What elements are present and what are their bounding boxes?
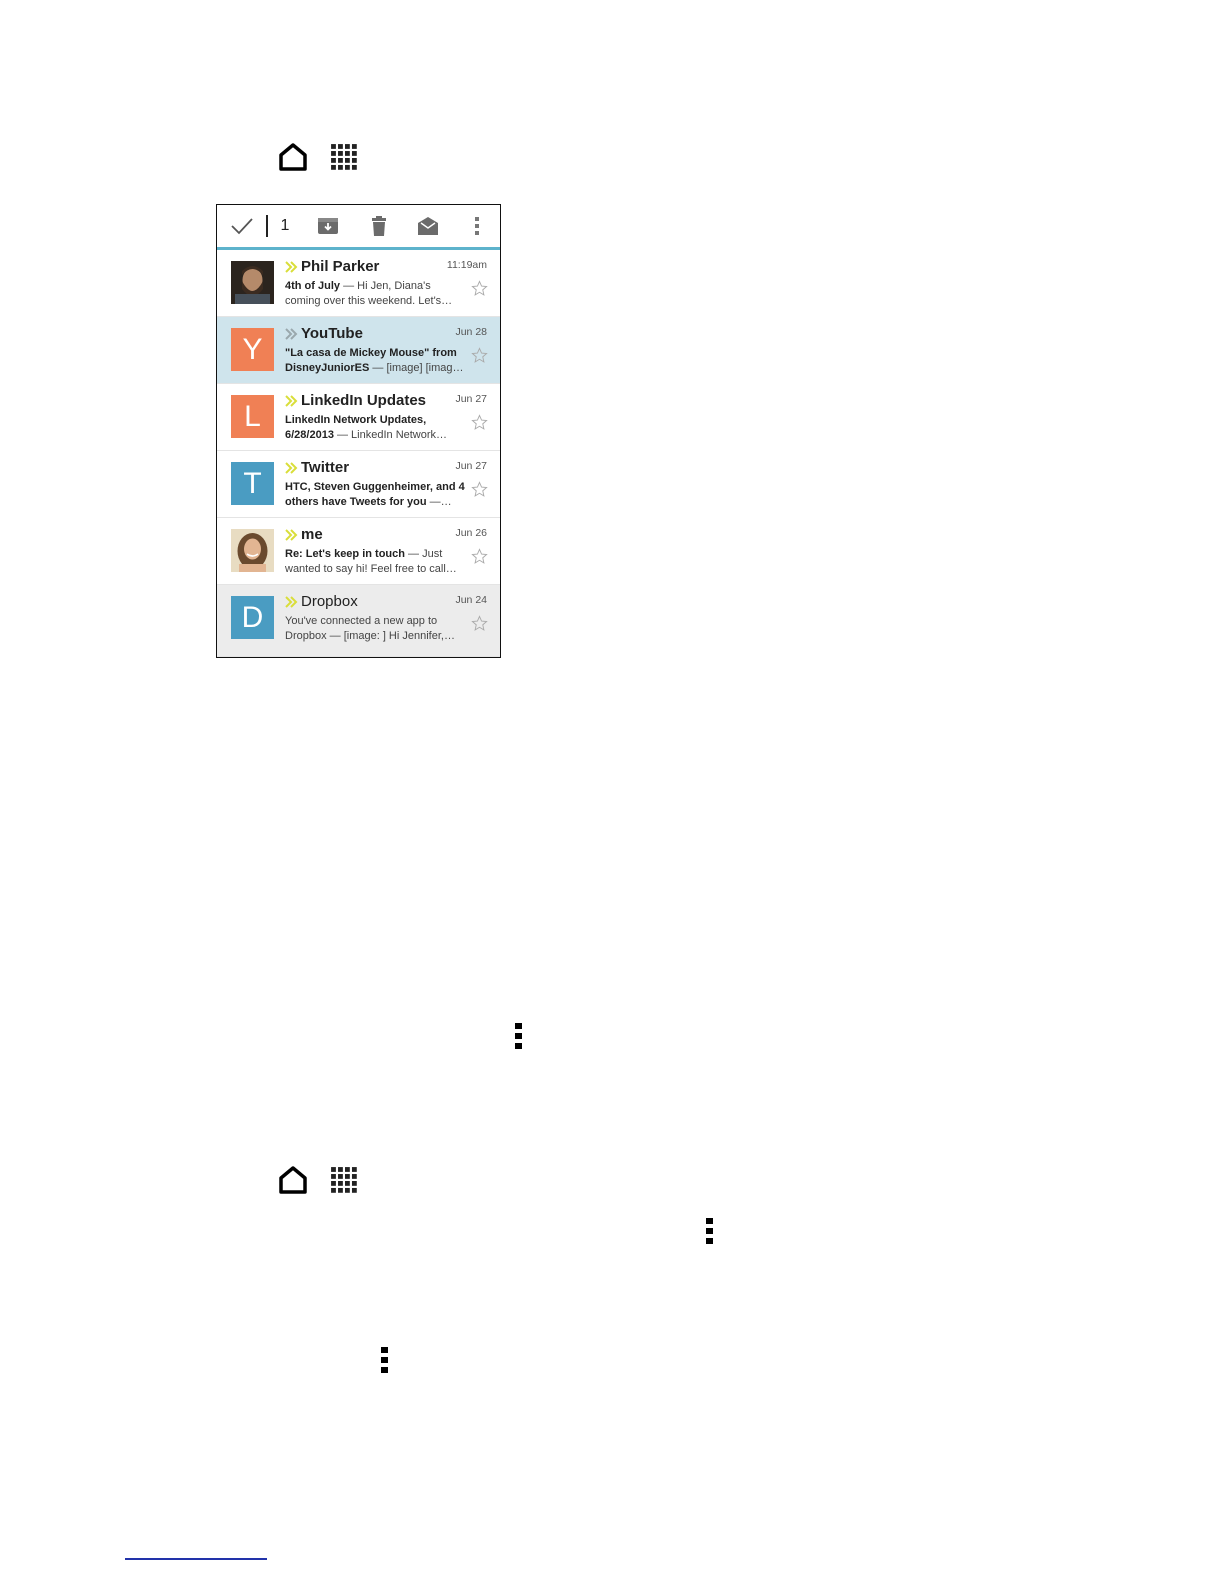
priority-chevron-icon bbox=[285, 394, 298, 407]
priority-chevron-icon bbox=[285, 461, 298, 474]
avatar-letter: Y bbox=[231, 328, 274, 371]
email-date: Jun 28 bbox=[455, 326, 487, 338]
email-sender: YouTube bbox=[301, 325, 363, 342]
email-row-me[interactable]: me Jun 26 Re: Let's keep in touch — Just… bbox=[217, 518, 500, 585]
email-preview: 4th of July — Hi Jen, Diana's coming ove… bbox=[285, 280, 453, 307]
priority-chevron-icon bbox=[285, 260, 298, 273]
email-date: 11:19am bbox=[446, 259, 487, 271]
email-row-linkedin[interactable]: L LinkedIn Updates Jun 27 LinkedIn Netwo… bbox=[217, 384, 500, 451]
email-sender: me bbox=[301, 526, 323, 543]
email-sender: LinkedIn Updates bbox=[301, 392, 427, 409]
email-sender: Twitter bbox=[301, 459, 350, 476]
more-vertical-icon bbox=[706, 1218, 714, 1249]
email-preview: Re: Let's keep in touch — Just wanted to… bbox=[285, 548, 457, 575]
mail-app-screenshot: 1 Phil Parker 11:19am 4th of July — Hi J… bbox=[216, 204, 501, 658]
star-icon[interactable] bbox=[471, 481, 488, 498]
avatar-letter: L bbox=[231, 395, 274, 438]
email-date: Jun 24 bbox=[455, 594, 487, 606]
home-icon bbox=[278, 142, 308, 177]
email-date: Jun 27 bbox=[455, 460, 487, 472]
avatar-photo bbox=[231, 529, 274, 572]
email-preview: "La casa de Mickey Mouse" from DisneyJun… bbox=[285, 347, 464, 374]
priority-chevron-icon bbox=[285, 595, 298, 608]
email-row-phil-parker[interactable]: Phil Parker 11:19am 4th of July — Hi Jen… bbox=[217, 250, 500, 317]
email-row-dropbox[interactable]: D Dropbox Jun 24 You've connected a new … bbox=[217, 585, 500, 657]
star-icon[interactable] bbox=[471, 615, 488, 632]
overflow-menu-icon[interactable] bbox=[469, 213, 485, 239]
email-row-twitter[interactable]: T Twitter Jun 27 HTC, Steven Guggenheime… bbox=[217, 451, 500, 518]
email-preview: LinkedIn Network Updates, 6/28/2013 — Li… bbox=[285, 414, 448, 441]
avatar-photo bbox=[231, 261, 274, 304]
priority-chevron-icon bbox=[285, 327, 298, 340]
footnote-rule bbox=[125, 1558, 267, 1560]
star-icon[interactable] bbox=[471, 548, 488, 565]
email-row-youtube[interactable]: Y YouTube Jun 28 "La casa de Mickey Mous… bbox=[217, 317, 500, 384]
email-preview: You've connected a new app to Dropbox — … bbox=[285, 615, 455, 642]
priority-chevron-icon bbox=[285, 528, 298, 541]
email-sender: Phil Parker bbox=[301, 258, 380, 275]
email-date: Jun 26 bbox=[455, 527, 487, 539]
trash-icon[interactable] bbox=[366, 213, 392, 239]
apps-grid-icon bbox=[330, 1166, 360, 1201]
archive-icon[interactable] bbox=[315, 213, 341, 239]
selection-toolbar: 1 bbox=[217, 205, 500, 250]
avatar-letter: D bbox=[231, 596, 274, 639]
star-icon[interactable] bbox=[471, 414, 488, 431]
star-icon[interactable] bbox=[471, 347, 488, 364]
star-icon[interactable] bbox=[471, 280, 488, 297]
toolbar-divider bbox=[266, 215, 268, 237]
email-date: Jun 27 bbox=[455, 393, 487, 405]
apps-grid-icon bbox=[330, 143, 360, 178]
selected-count: 1 bbox=[280, 217, 290, 234]
home-icon bbox=[278, 1165, 308, 1200]
email-preview: HTC, Steven Guggenheimer, and 4 others h… bbox=[285, 481, 465, 508]
checkmark-icon[interactable] bbox=[229, 213, 255, 239]
email-sender: Dropbox bbox=[301, 593, 358, 610]
more-vertical-icon bbox=[515, 1023, 523, 1054]
more-vertical-icon bbox=[381, 1347, 389, 1378]
avatar-letter: T bbox=[231, 462, 274, 505]
mark-unread-icon[interactable] bbox=[415, 213, 441, 239]
